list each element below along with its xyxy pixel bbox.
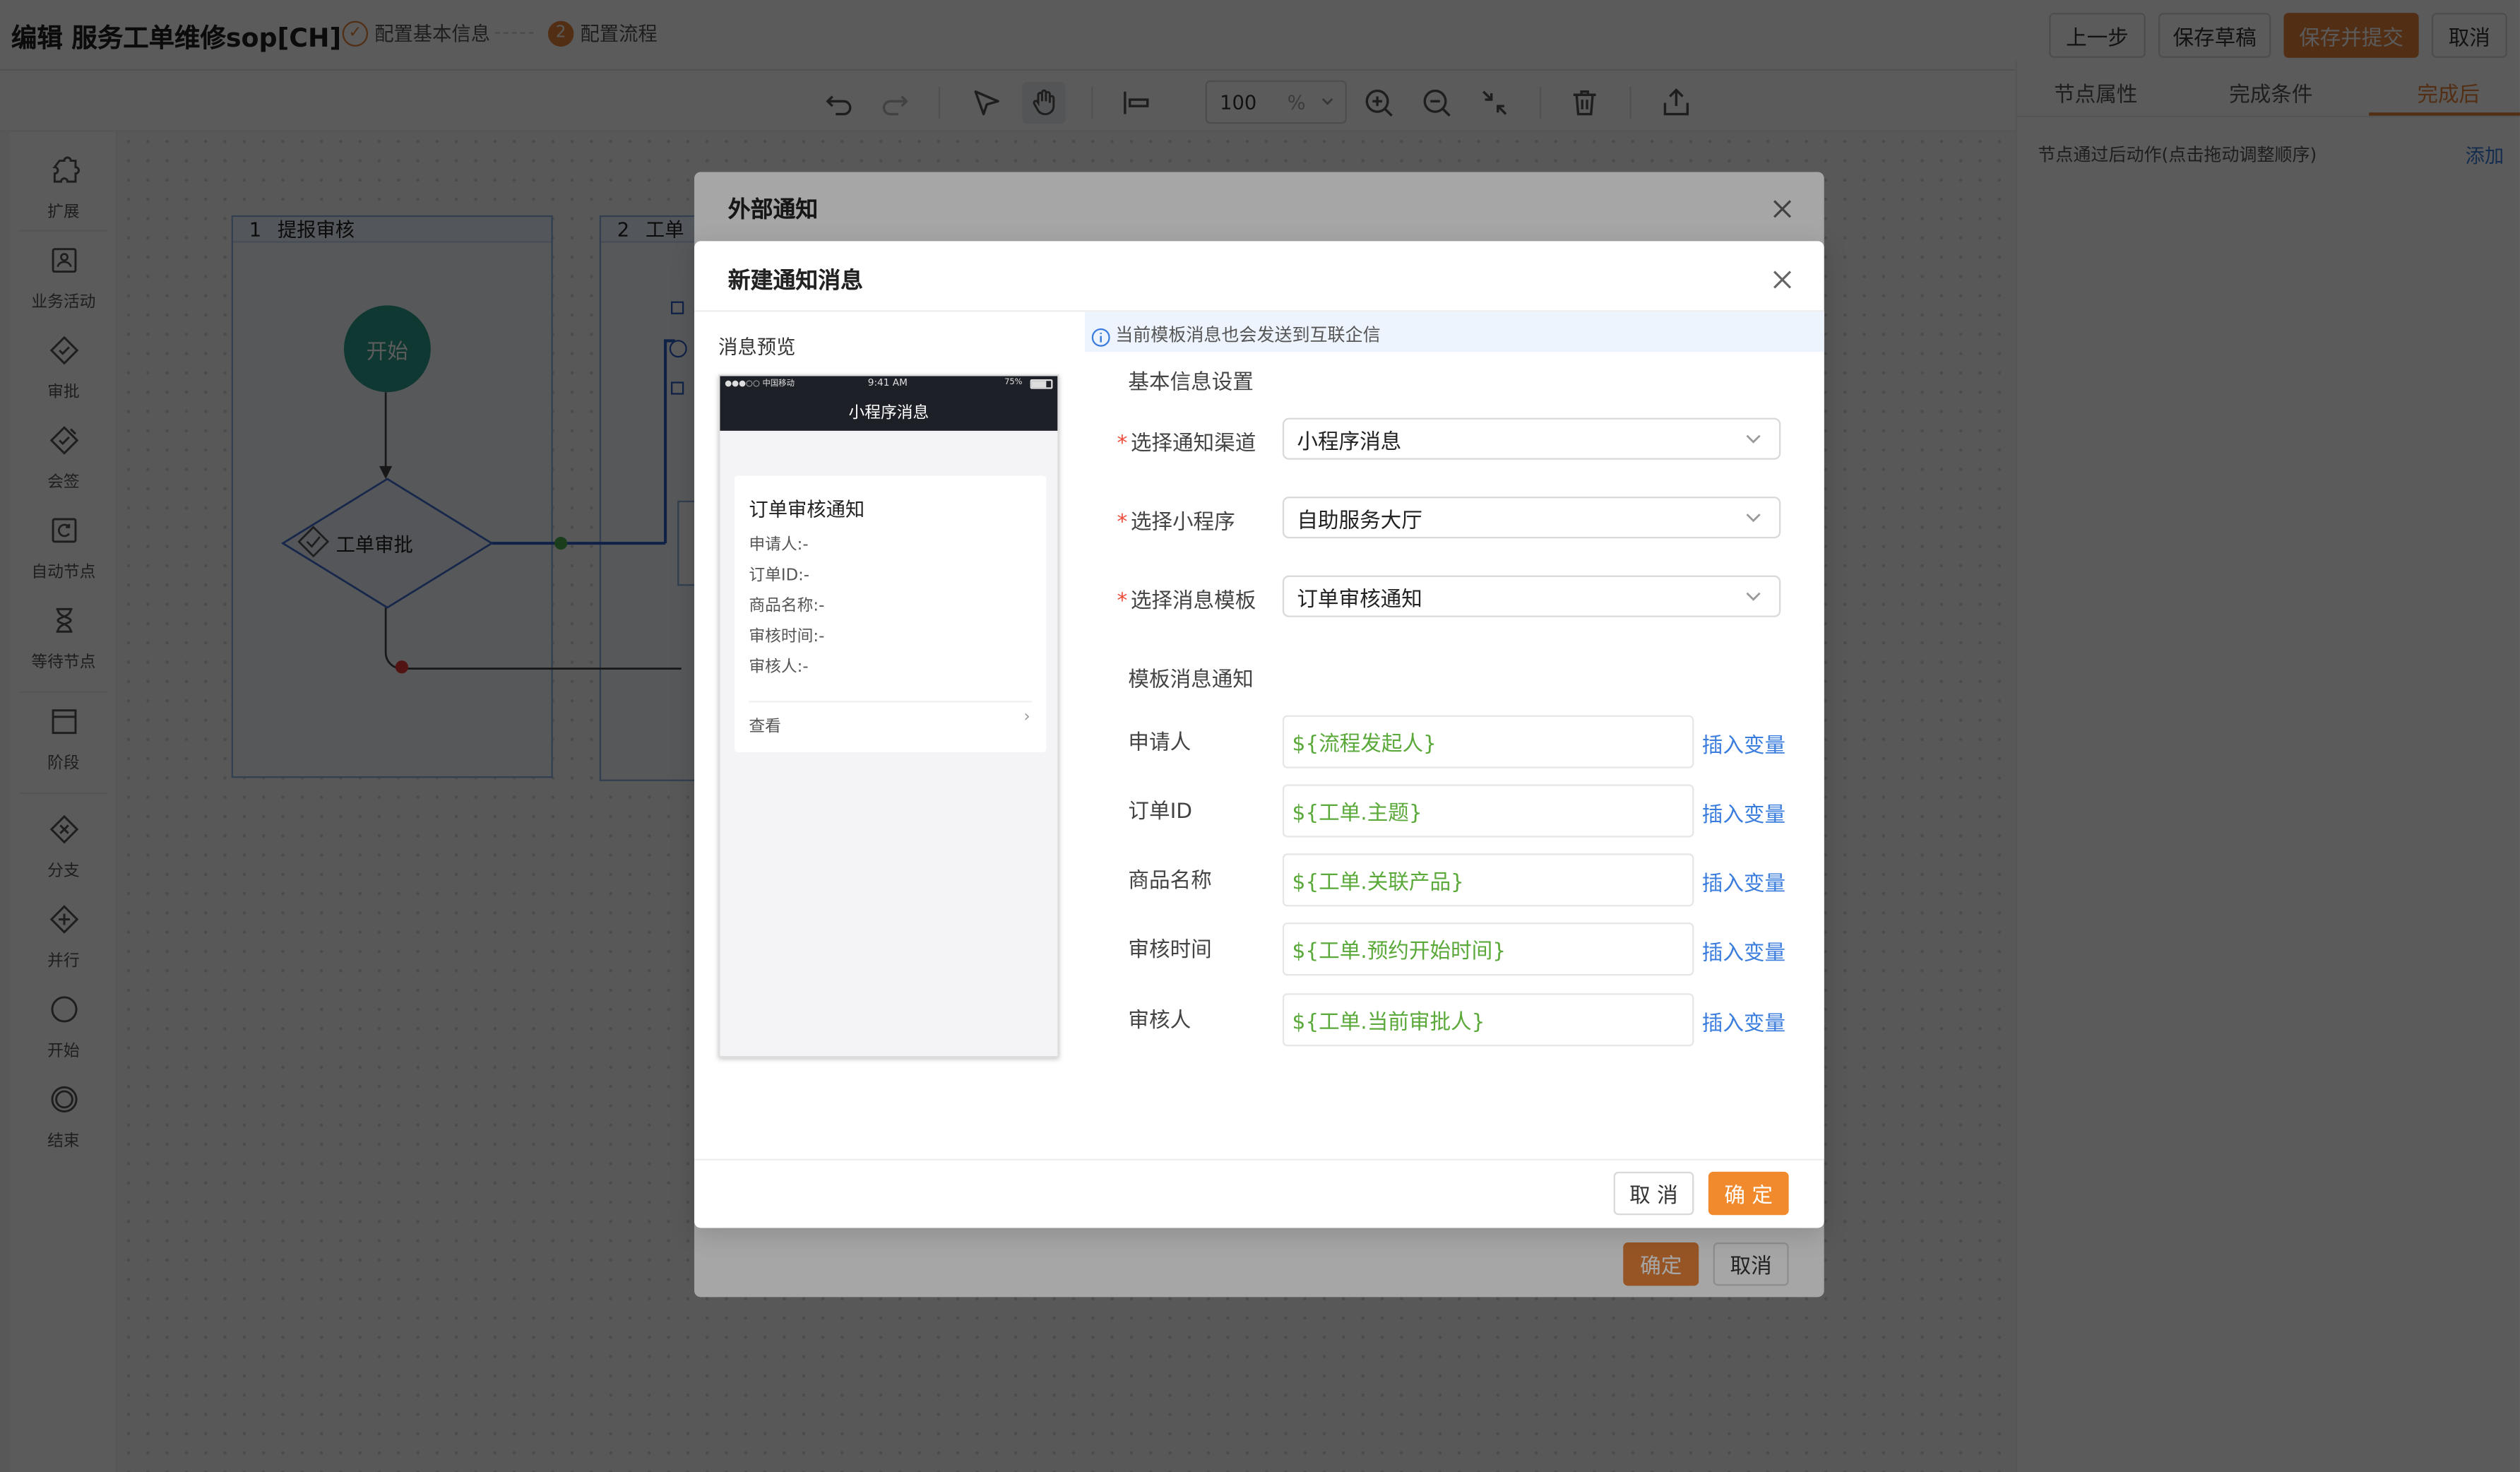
- chevron-down-icon: [1744, 429, 1763, 455]
- inner-cancel-button[interactable]: 取 消: [1613, 1171, 1694, 1216]
- template-field-input[interactable]: ${工单.关联产品}: [1282, 853, 1694, 907]
- inner-confirm-button[interactable]: 确 定: [1708, 1171, 1789, 1216]
- miniprogram-label: * 选择小程序: [1117, 511, 1235, 535]
- phone-preview: ●●●○○ 中国移动 9:41 AM 75% 小程序消息 订单审核通知 申请人:…: [718, 374, 1059, 1058]
- card-line: 审核时间:-: [749, 628, 825, 646]
- template-field-input[interactable]: ${工单.当前审批人}: [1282, 993, 1694, 1047]
- dialog-footer-divider: [694, 1158, 1824, 1161]
- preview-title: 消息预览: [718, 336, 796, 359]
- template-field-label: 商品名称: [1128, 869, 1212, 894]
- battery-icon: [1030, 379, 1053, 389]
- template-field-input[interactable]: ${工单.预约开始时间}: [1282, 922, 1694, 976]
- insert-variable-link[interactable]: 插入变量: [1702, 866, 1785, 897]
- insert-variable-link[interactable]: 插入变量: [1702, 797, 1785, 828]
- insert-variable-link[interactable]: 插入变量: [1702, 1006, 1785, 1037]
- insert-variable-link[interactable]: 插入变量: [1702, 728, 1785, 759]
- template-field-label: 申请人: [1128, 731, 1191, 756]
- info-icon: [1091, 323, 1110, 353]
- template-label: * 选择消息模板: [1117, 590, 1256, 615]
- template-field-label: 审核时间: [1128, 938, 1212, 963]
- channel-select[interactable]: 小程序消息: [1282, 417, 1781, 460]
- card-divider: [749, 701, 1032, 703]
- channel-label: * 选择通知渠道: [1117, 432, 1256, 457]
- card-line: 订单ID:-: [749, 567, 810, 586]
- basic-section-title: 基本信息设置: [1128, 371, 1254, 396]
- status-carrier: ●●●○○ 中国移动: [725, 379, 795, 389]
- template-field-input[interactable]: ${流程发起人}: [1282, 715, 1694, 768]
- template-field-input[interactable]: ${工单.主题}: [1282, 784, 1694, 838]
- close-icon[interactable]: [1771, 267, 1794, 297]
- status-time: 9:41 AM: [867, 377, 908, 389]
- template-select[interactable]: 订单审核通知: [1282, 575, 1781, 617]
- insert-variable-link[interactable]: 插入变量: [1702, 935, 1785, 966]
- miniprogram-select[interactable]: 自助服务大厅: [1282, 497, 1781, 539]
- status-battery: 75%: [1004, 377, 1023, 388]
- card-line: 申请人:-: [749, 537, 809, 555]
- new-notification-title: 新建通知消息: [727, 268, 863, 295]
- card-line: 审核人:-: [749, 658, 809, 677]
- chevron-down-icon: [1744, 508, 1763, 533]
- phone-nav-title: 小程序消息: [848, 405, 929, 423]
- chevron-down-icon: [1744, 587, 1763, 612]
- card-title: 订单审核通知: [749, 498, 865, 521]
- template-field-label: 订单ID: [1128, 800, 1193, 825]
- card-view-link: 查看: [749, 718, 781, 737]
- card-line: 商品名称:-: [749, 598, 825, 616]
- info-text: 当前模板消息也会发送到互联企信: [1115, 324, 1381, 346]
- message-card: 订单审核通知 申请人:- 订单ID:- 商品名称:- 审核时间:- 审核人:- …: [734, 475, 1047, 752]
- chevron-right-icon: ›: [1023, 708, 1030, 727]
- template-section-title: 模板消息通知: [1128, 668, 1254, 693]
- template-field-label: 审核人: [1128, 1009, 1191, 1034]
